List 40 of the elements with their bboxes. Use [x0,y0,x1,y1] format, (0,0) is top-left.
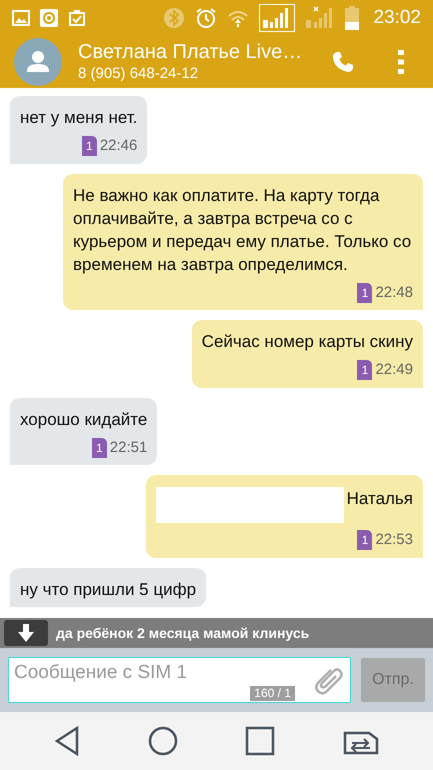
sim-badge: 1 [357,530,372,550]
message-text: Не важно как оплатите. На карту тогда оплачивайте, а завтра встреча со с курьером и передач ему платье. Только со временем на завтра определимся. [73,184,412,276]
message-bubble[interactable]: нет у меня нет. 1 22:46 [10,96,148,164]
sim-badge: 1 [82,136,97,156]
alarm-clock-icon [195,7,218,29]
message-text: Сейчас номер карты скину [202,331,413,353]
message-text: нет у меня нет. [20,107,138,129]
message-bubble[interactable]: Наталья 1 22:53 [146,475,423,558]
wifi-icon [227,8,250,28]
contact-name: Светлана Платье Live… [78,40,304,66]
sim-badge: 1 [357,282,372,303]
message-time: 22:48 [375,282,413,302]
battery-icon [345,6,360,30]
home-icon[interactable] [148,726,178,756]
scroll-down-button[interactable] [4,620,48,646]
message-time: 22:49 [375,360,413,380]
message-time: 22:53 [375,530,413,550]
message-text: ну что пришли 5 цифр [20,578,196,600]
image-icon [12,10,30,26]
message-bubble[interactable]: Сейчас номер карты скину 1 22:49 [192,320,423,388]
sim-badge: 1 [357,360,372,380]
clock-time: 23:02 [373,6,421,30]
message-bubble[interactable]: ну что пришли 5 цифр [10,568,206,606]
bluetooth-icon [163,7,186,29]
character-counter: 160 / 1 [250,686,295,701]
signal-icon [259,4,296,32]
sim-badge: 1 [92,438,107,458]
message-text: Наталья [346,488,413,510]
message-bubble[interactable]: Не важно как оплатите. На карту тогда оплачивайте, а завтра встреча со с курьером и передач ему платье. Только со временем на завтра определимся. 1 22:48 [63,174,423,310]
contact-phone: 8 (905) 648-24-12 [78,65,200,84]
down-arrow-icon [18,624,34,642]
clipboard-check-icon [68,9,86,27]
message-text: хорошо кидайте [20,408,148,430]
message-time: 22:51 [110,438,148,458]
message-time: 22:46 [100,136,138,156]
recent-apps-icon[interactable] [245,726,276,756]
more-icon [398,50,404,74]
message-bubble[interactable]: хорошо кидайте 1 22:51 [10,398,158,465]
back-icon[interactable] [54,726,80,756]
phone-icon [331,50,355,74]
